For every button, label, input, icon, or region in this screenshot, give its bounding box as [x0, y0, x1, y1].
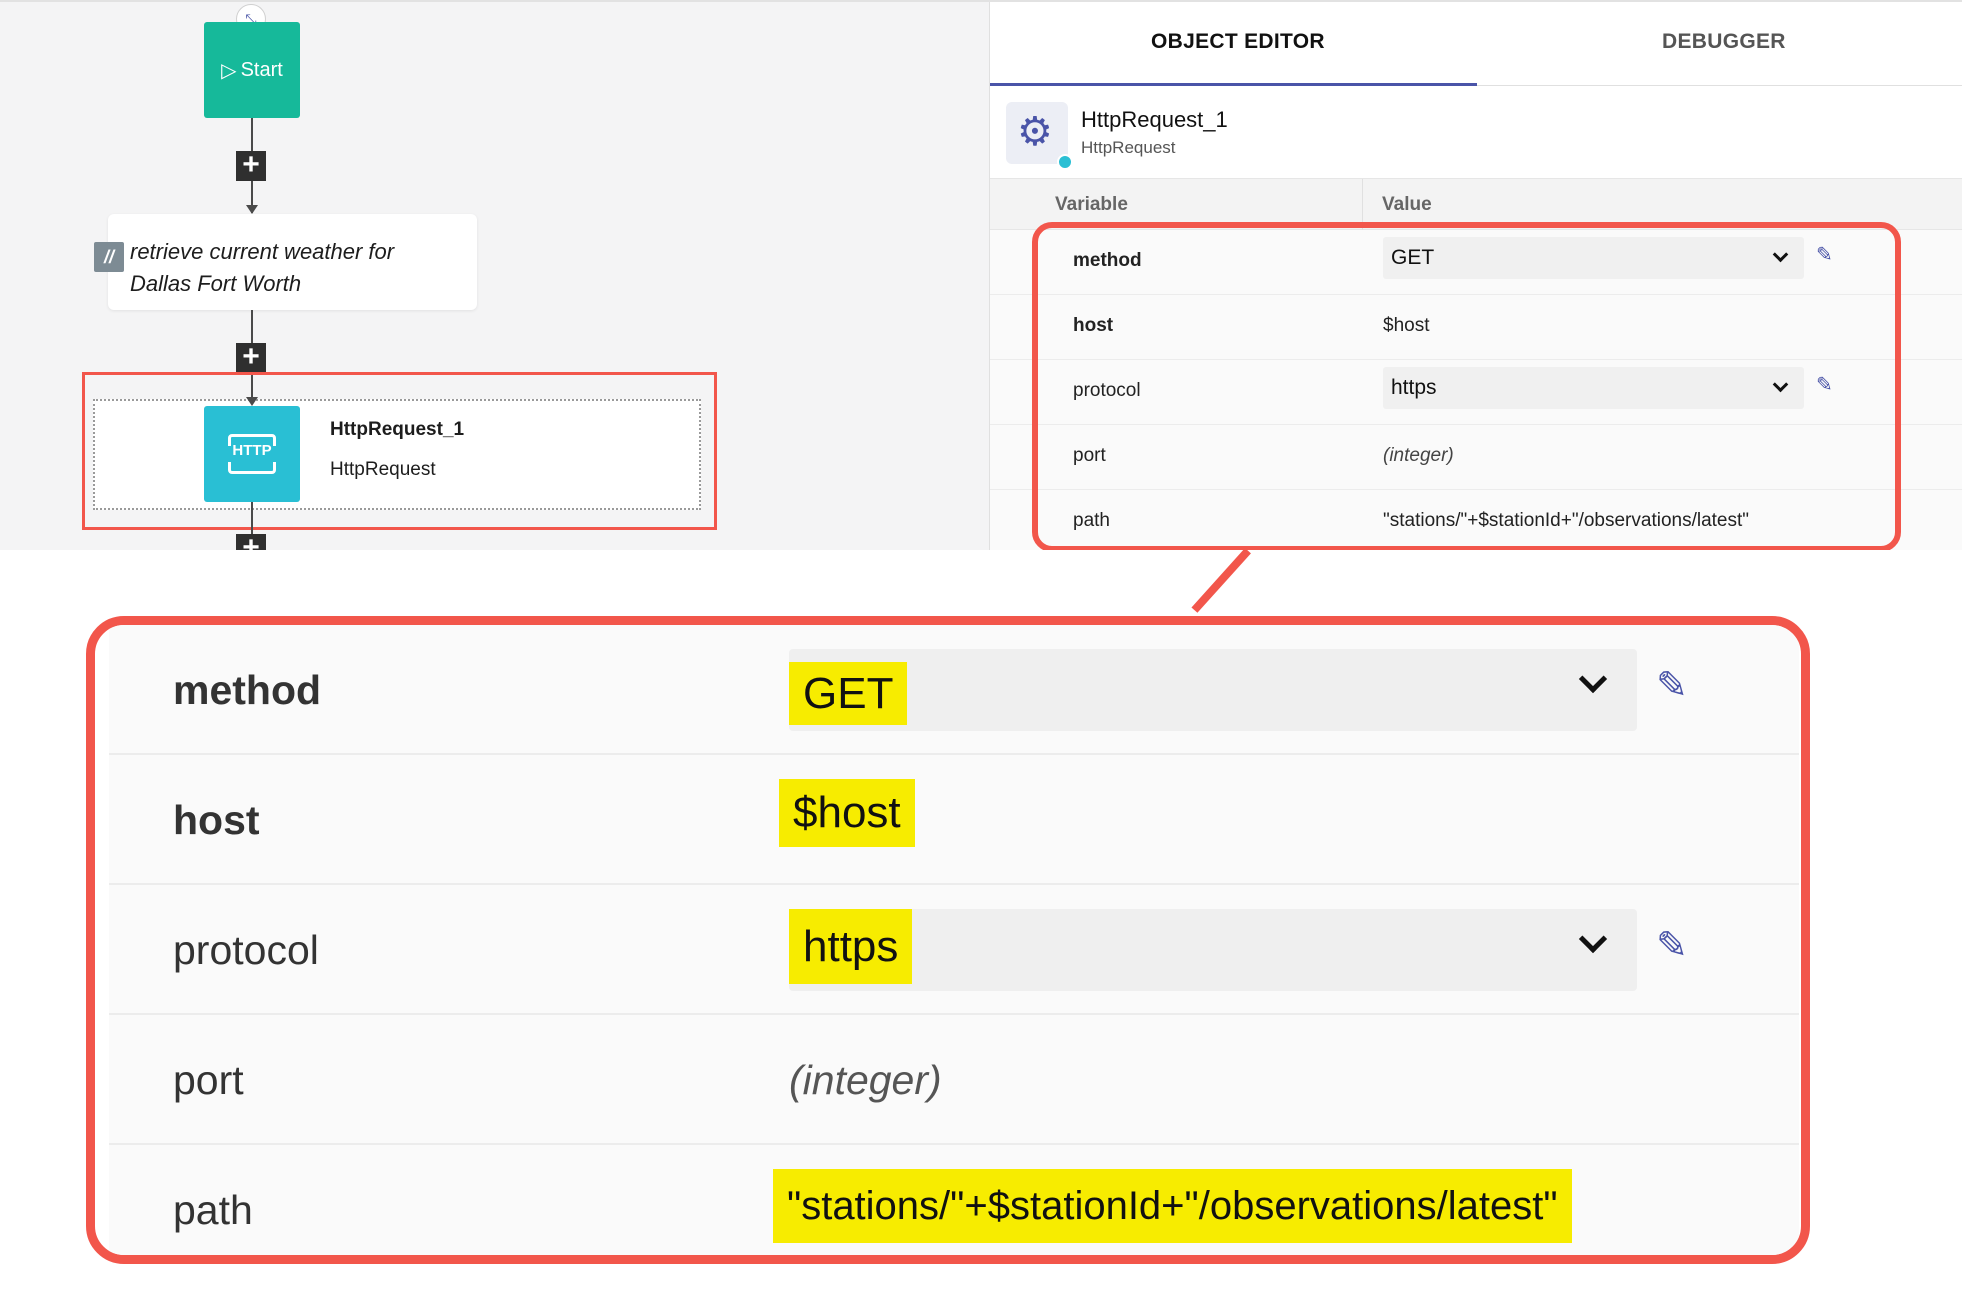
connector-arrow [246, 205, 258, 214]
zoom-row-protocol: protocol https ✎ [109, 885, 1799, 1015]
object-name: HttpRequest_1 [1081, 107, 1228, 132]
properties-highlight [1032, 222, 1901, 550]
zoom-row-method: method GET ✎ [109, 625, 1799, 755]
active-tab-indicator [990, 83, 1477, 86]
selected-node-frame[interactable] [93, 399, 701, 510]
tab-object-editor[interactable]: OBJECT EDITOR [1151, 30, 1325, 54]
workflow-editor-window: ⤡ ▷ Start + // retrieve current weather … [0, 0, 1962, 550]
zoom-protocol-value: https [789, 909, 913, 984]
object-icon: ⚙ [1006, 102, 1073, 170]
zoom-protocol-select [789, 909, 1637, 991]
column-header-variable: Variable [1055, 194, 1128, 215]
zoom-variable-name: path [173, 1187, 253, 1233]
zoom-row-path: path "stations/"+$stationId+"/observatio… [109, 1145, 1799, 1255]
comment-icon: // [94, 242, 124, 272]
connector-arrow [246, 397, 258, 406]
gear-icon: ⚙ [1017, 110, 1053, 154]
comment-node[interactable]: // retrieve current weather for Dallas F… [94, 214, 477, 310]
zoom-path-value: "stations/"+$stationId+"/observations/la… [773, 1169, 1572, 1243]
zoom-port-value: (integer) [789, 1057, 942, 1103]
object-header: ⚙ HttpRequest_1 HttpRequest [1006, 102, 1956, 174]
zoom-variable-name: protocol [173, 927, 319, 973]
zoom-variable-name: host [173, 797, 260, 843]
panel-tabs: OBJECT EDITOR DEBUGGER [990, 2, 1962, 86]
zoom-host-value: $host [779, 779, 915, 847]
zoomed-callout: method GET ✎ host $host protocol https ✎… [86, 616, 1810, 1264]
http-icon: HTTP [232, 442, 272, 459]
zoom-method-select [789, 649, 1637, 731]
start-node[interactable]: ▷ Start [204, 22, 300, 118]
zoom-method-value: GET [789, 662, 908, 725]
play-icon: ▷ [221, 59, 237, 82]
add-step-button[interactable]: + [236, 342, 266, 373]
add-step-button[interactable]: + [236, 150, 266, 181]
start-node-label: Start [240, 58, 283, 81]
zoom-variable-name: port [173, 1057, 244, 1103]
tab-debugger[interactable]: DEBUGGER [1662, 30, 1786, 54]
flow-canvas[interactable]: ⤡ ▷ Start + // retrieve current weather … [0, 2, 989, 550]
callout-connector [1191, 548, 1251, 613]
pencil-icon: ✎ [1656, 665, 1688, 707]
comment-text: retrieve current weather for Dallas Fort… [130, 239, 395, 296]
annotated-screenshot: ⤡ ▷ Start + // retrieve current weather … [0, 0, 1962, 1314]
zoom-row-host: host $host [109, 755, 1799, 885]
pencil-icon: ✎ [1656, 925, 1688, 967]
http-request-node[interactable]: HTTP [204, 406, 300, 502]
object-type: HttpRequest [1081, 138, 1176, 157]
add-step-button[interactable]: + [236, 533, 266, 550]
http-node-subtitle: HttpRequest [330, 459, 436, 480]
status-dot [1057, 154, 1073, 170]
column-header-value: Value [1382, 194, 1432, 215]
http-node-title: HttpRequest_1 [330, 419, 465, 440]
zoom-variable-name: method [173, 667, 322, 713]
zoom-row-port: port (integer) [109, 1015, 1799, 1145]
